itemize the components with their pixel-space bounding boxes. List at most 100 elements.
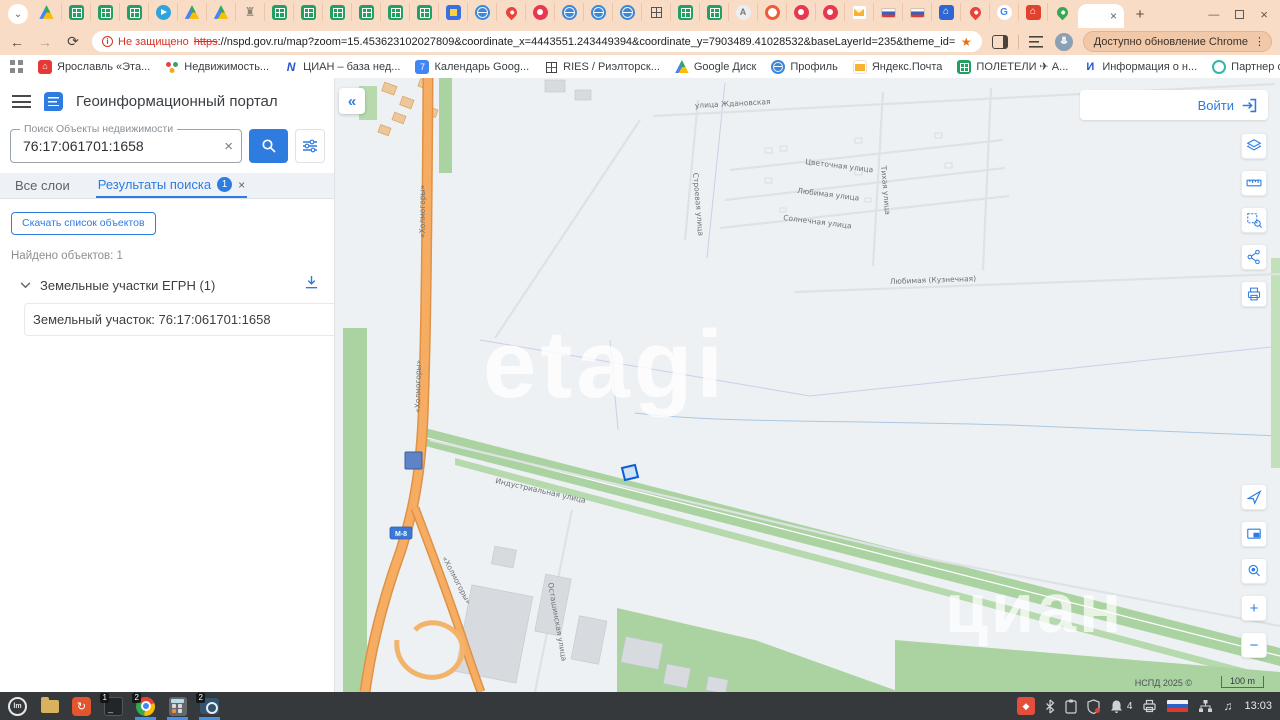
notification-bell-icon[interactable] — [1110, 699, 1123, 714]
clear-search-icon[interactable]: × — [224, 138, 233, 155]
pinned-tab-telegram[interactable] — [148, 3, 177, 21]
reload-button[interactable]: ⟳ — [64, 33, 82, 50]
close-tab-icon[interactable]: × — [1110, 10, 1117, 22]
security-badge[interactable]: Не защищено — [118, 36, 189, 48]
locate-button[interactable] — [1241, 484, 1267, 510]
pinned-tab-flag[interactable] — [902, 3, 931, 21]
collapse-sidebar-button[interactable]: « — [339, 88, 365, 114]
pinned-tab-google[interactable] — [989, 3, 1018, 21]
not-secure-icon[interactable]: i — [102, 36, 113, 47]
terminal-button[interactable]: 1_ — [102, 695, 125, 718]
pinned-tab-avito[interactable] — [728, 3, 757, 21]
login-bar[interactable]: Войти — [1080, 90, 1268, 120]
station-marker[interactable] — [405, 452, 422, 469]
pinned-tab-globe[interactable] — [612, 3, 641, 21]
side-panel-icon[interactable] — [992, 35, 1008, 49]
back-button[interactable]: ← — [8, 34, 26, 50]
bluetooth-icon[interactable] — [1045, 699, 1055, 714]
search-location-button[interactable] — [1241, 558, 1267, 584]
url-text[interactable]: https://nspd.gov.ru/map?zoom=15.45362310… — [194, 36, 956, 48]
menu-hamburger-icon[interactable] — [12, 95, 31, 108]
pinned-tab-sheets[interactable] — [322, 3, 351, 21]
pinned-tab-globe[interactable] — [583, 3, 612, 21]
pinned-tab-gos[interactable] — [931, 3, 960, 21]
pinned-tab-sheets[interactable] — [90, 3, 119, 21]
pinned-tab-circle_red[interactable] — [786, 3, 815, 21]
printer-icon[interactable] — [1142, 699, 1157, 713]
pinned-tab-grid[interactable] — [641, 3, 670, 21]
pinned-tab-dom[interactable] — [1018, 3, 1047, 21]
browser-menu-icon[interactable]: ⋮ — [1254, 35, 1265, 48]
overview-map-button[interactable] — [1241, 521, 1267, 547]
download-list-button[interactable]: Скачать список объектов — [11, 212, 156, 235]
chrome-taskbar-button[interactable]: 2 — [134, 695, 157, 718]
forward-button[interactable]: → — [36, 34, 54, 50]
pinned-tab-ok[interactable] — [757, 3, 786, 21]
pinned-tab-drive[interactable] — [177, 3, 206, 21]
close-window-button[interactable]: × — [1260, 7, 1268, 22]
pinned-tab-eagle[interactable] — [235, 3, 264, 21]
pinned-tab-circle_red[interactable] — [525, 3, 554, 21]
minimize-button[interactable]: — — [1208, 9, 1219, 21]
result-item[interactable]: Земельный участок: 76:17:061701:1658 — [24, 303, 334, 336]
shield-icon[interactable] — [1087, 699, 1100, 714]
pinned-tab-sheets[interactable] — [409, 3, 438, 21]
bookmark-item[interactable]: Яндекс.Почта — [853, 60, 943, 74]
search-input[interactable] — [11, 138, 207, 154]
clipboard-icon[interactable] — [1065, 699, 1077, 714]
tab-search-results[interactable]: Результаты поиска 1 × — [96, 173, 247, 198]
tray-app-icon[interactable]: ◆ — [1017, 697, 1035, 715]
pinned-tab-pin_red[interactable] — [960, 3, 989, 21]
music-note-icon[interactable]: ♫ — [1223, 699, 1232, 713]
chrome-update-button[interactable]: Доступно обновление Chrome ⋮ — [1083, 31, 1272, 52]
pinned-tab-pin_green[interactable] — [1047, 3, 1076, 21]
bookmark-item[interactable]: Календарь Goog... — [415, 60, 529, 74]
pinned-tab-metrika[interactable] — [438, 3, 467, 21]
keyboard-layout-flag-icon[interactable] — [1167, 700, 1188, 712]
pinned-tab-sheets[interactable] — [670, 3, 699, 21]
pinned-tab-drive[interactable] — [206, 3, 235, 21]
search-button[interactable] — [249, 129, 288, 163]
print-button[interactable] — [1241, 281, 1267, 307]
bookmark-item[interactable]: Недвижимость... — [165, 60, 269, 74]
profile-avatar[interactable] — [1055, 33, 1073, 51]
results-group-header[interactable]: Земельные участки ЕГРН (1) — [0, 275, 334, 295]
pinned-tab-globe[interactable] — [467, 3, 496, 21]
select-area-button[interactable] — [1241, 207, 1267, 233]
measure-button[interactable] — [1241, 170, 1267, 196]
tab-all-layers[interactable]: Все слои — [15, 178, 70, 193]
network-icon[interactable] — [1198, 699, 1213, 713]
pinned-tab-sheets[interactable] — [264, 3, 293, 21]
bookmark-item[interactable]: Информация о н... — [1083, 60, 1197, 74]
pinned-tab-drive[interactable] — [32, 3, 61, 21]
reading-list-icon[interactable] — [1029, 35, 1045, 49]
pinned-tab-mail[interactable] — [844, 3, 873, 21]
pinned-tab-sheets[interactable] — [119, 3, 148, 21]
filter-button[interactable] — [295, 129, 325, 163]
address-bar[interactable]: i Не защищено https://nspd.gov.ru/map?zo… — [92, 31, 982, 52]
screenshot-button[interactable]: 2 — [198, 695, 221, 718]
pinned-tab-pin_red[interactable] — [496, 3, 525, 21]
new-tab-button[interactable]: + — [1128, 2, 1152, 26]
launcher-orange-button[interactable]: ↻ — [70, 695, 93, 718]
apps-grid-icon[interactable] — [10, 60, 23, 73]
bookmark-item[interactable]: Партнер онлайн — [1212, 60, 1280, 74]
layers-button[interactable] — [1241, 133, 1267, 159]
close-results-tab-icon[interactable]: × — [238, 178, 245, 192]
pinned-tab-sheets[interactable] — [293, 3, 322, 21]
pinned-tab-sheets[interactable] — [351, 3, 380, 21]
bookmark-item[interactable]: RIES / Риэлторск... — [544, 60, 660, 74]
bookmark-item[interactable]: Ярославль «Эта... — [38, 60, 150, 74]
download-group-icon[interactable] — [304, 275, 319, 295]
bookmark-item[interactable]: ЦИАН – база нед... — [284, 60, 400, 74]
share-button[interactable] — [1241, 244, 1267, 270]
zoom-in-button[interactable]: + — [1241, 595, 1267, 621]
file-manager-button[interactable] — [38, 695, 61, 718]
pinned-tab-circle_red[interactable] — [815, 3, 844, 21]
pinned-tab-globe[interactable] — [554, 3, 583, 21]
pinned-tab-flag[interactable] — [873, 3, 902, 21]
active-tab[interactable]: × — [1078, 4, 1124, 28]
tab-search-button[interactable]: ⌄ — [8, 4, 28, 24]
search-field[interactable]: Поиск Объекты недвижимости × — [10, 129, 242, 163]
selected-parcel[interactable] — [622, 465, 638, 480]
